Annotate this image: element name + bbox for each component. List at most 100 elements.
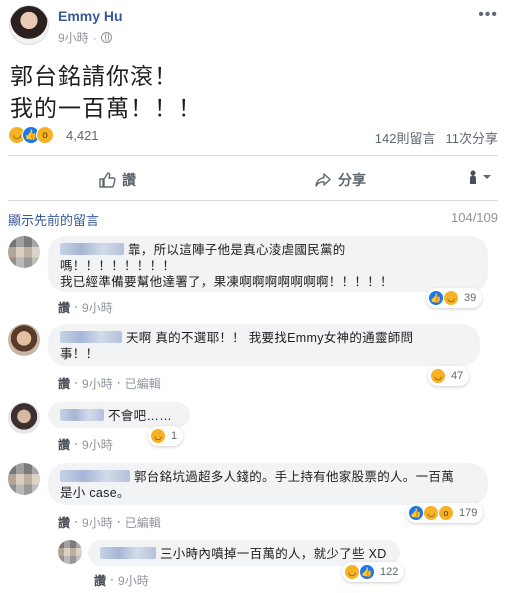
post-text-line: 我的一百萬！！！ [10, 95, 202, 121]
share-label: 分享 [338, 172, 366, 188]
commenter-avatar[interactable] [58, 540, 82, 564]
comment-reactions[interactable]: ◡ 👍 122 [342, 562, 405, 582]
wow-icon: o [438, 505, 454, 521]
share-arrow-icon [315, 173, 331, 187]
like-button[interactable]: 讚 [98, 170, 136, 190]
comment-text: 天啊 真的不選耶！！ 我要找Emmy女神的通靈師問 [126, 331, 414, 345]
commenter-name[interactable] [60, 409, 104, 421]
comment: 郭台銘坑過超多人錢的。手上持有他家股票的人。一百萬 是小 case。 👍 ◡ o… [8, 463, 498, 533]
person-icon [470, 170, 476, 184]
comment-bubble: 不會吧…… [48, 402, 190, 428]
comment-reactions[interactable]: 👍 ◡ o 179 [406, 503, 484, 523]
post-text: 郭台銘請你滾！ 我的一百萬！！！ [10, 60, 202, 124]
comment-count: 104/109 [451, 210, 498, 225]
separator: · [74, 436, 79, 450]
commenter-avatar[interactable] [8, 402, 40, 434]
comment-text: 是小 case。 [60, 486, 130, 500]
view-previous-comments-link[interactable]: 顯示先前的留言 [8, 210, 99, 229]
comment-like-link[interactable]: 讚 [58, 299, 70, 316]
commenter-name[interactable] [60, 331, 122, 343]
globe-icon[interactable] [100, 32, 112, 43]
reactions-summary: ◡ 👍 o 4,421 142則留言 11次分享 [8, 126, 498, 148]
comment-text: 不會吧…… [108, 409, 173, 423]
haha-icon: ◡ [430, 368, 446, 384]
comment-actions: 讚 · 9小時 [94, 572, 149, 589]
author-avatar[interactable] [9, 5, 49, 45]
like-icon: 👍 [428, 290, 444, 306]
separator: · [74, 299, 79, 313]
comments-stat[interactable]: 142則留言 [375, 128, 436, 147]
comment-actions: 讚 · 9小時 · 已編輯 [58, 375, 161, 392]
post-actions: 讚 分享 [8, 158, 498, 200]
comment-text: 嗎！！！！！！！！ [60, 259, 176, 273]
comment-like-link[interactable]: 讚 [58, 436, 70, 453]
reaction-audience-selector[interactable] [468, 170, 492, 184]
separator: · [116, 375, 121, 389]
like-label: 讚 [122, 172, 136, 188]
comment-reactions[interactable]: 👍 ◡ 39 [426, 288, 483, 308]
comment-bubble: 天啊 真的不選耶！！ 我要找Emmy女神的通靈師問 事！！ [48, 324, 480, 366]
comment: 靠，所以這陣子他是真心淩虐國民黨的 嗎！！！！！！！！ 我已經準備要幫他達署了，… [8, 236, 498, 316]
comment-reaction-count: 1 [171, 430, 178, 442]
haha-icon: ◡ [443, 290, 459, 306]
comment-text: 我已經準備要幫他達署了，果凍啊啊啊啊啊啊啊！！！！！ [60, 275, 393, 289]
chevron-down-icon [483, 175, 491, 179]
share-button[interactable]: 分享 [314, 170, 366, 190]
separator: · [74, 375, 79, 389]
commenter-avatar[interactable] [8, 324, 40, 356]
comment-text: 郭台銘坑過超多人錢的。手上持有他家股票的人。一百萬 [134, 470, 455, 484]
comment-text: 三小時內噴掉一百萬的人，就少了些 XD [160, 547, 387, 561]
post-header: Emmy Hu 9小時 · ••• [0, 0, 506, 52]
comment: 天啊 真的不選耶！！ 我要找Emmy女神的通靈師問 事！！ ◡ 47 讚 · 9… [8, 324, 498, 394]
comment-reactions[interactable]: ◡ 47 [428, 366, 470, 386]
comment-actions: 讚 · 9小時 [58, 299, 113, 316]
post-text-line: 郭台銘請你滾！ [10, 63, 178, 89]
comment-reaction-count: 47 [451, 370, 464, 382]
separator: · [110, 572, 115, 586]
comment-bubble: 靠，所以這陣子他是真心淩虐國民黨的 嗎！！！！！！！！ 我已經準備要幫他達署了，… [48, 236, 488, 292]
edited-label[interactable]: 已編輯 [125, 514, 161, 531]
commenter-name[interactable] [60, 243, 124, 255]
post-time[interactable]: 9小時 [58, 29, 89, 46]
edited-label[interactable]: 已編輯 [125, 375, 161, 392]
reply-comment: 三小時內噴掉一百萬的人，就少了些 XD ◡ 👍 122 讚 · 9小時 [58, 540, 498, 590]
author-name[interactable]: Emmy Hu [58, 8, 123, 24]
separator: · [74, 514, 79, 528]
more-options-icon[interactable]: ••• [478, 6, 498, 24]
comment-time[interactable]: 9小時 [82, 375, 113, 392]
shares-stat[interactable]: 11次分享 [446, 128, 499, 147]
commenter-name[interactable] [60, 470, 130, 482]
haha-icon: ◡ [150, 428, 166, 444]
commenter-avatar[interactable] [8, 236, 40, 268]
commenter-name[interactable] [100, 547, 156, 559]
comment-reaction-count: 179 [459, 507, 478, 519]
wow-icon: o [36, 126, 54, 144]
reaction-icons[interactable]: ◡ 👍 o [8, 126, 54, 144]
comments-header: 顯示先前的留言 104/109 [8, 210, 498, 228]
comment-reaction-count: 39 [464, 292, 477, 304]
comment: 不會吧…… ◡ 1 讚 · 9小時 [8, 402, 498, 454]
comment-actions: 讚 · 9小時 [58, 436, 113, 453]
thumbs-up-icon [99, 172, 116, 188]
commenter-avatar[interactable] [8, 463, 40, 495]
like-icon: 👍 [359, 564, 375, 580]
like-icon: 👍 [408, 505, 424, 521]
reaction-count[interactable]: 4,421 [66, 128, 99, 143]
post-stats: 142則留言 11次分享 [375, 128, 498, 147]
comment-time[interactable]: 9小時 [118, 572, 149, 589]
comment-time[interactable]: 9小時 [82, 514, 113, 531]
divider [8, 155, 498, 156]
comment-reactions[interactable]: ◡ 1 [148, 426, 184, 446]
meta-separator: · [92, 30, 97, 45]
comment-time[interactable]: 9小時 [82, 436, 113, 453]
divider [8, 200, 498, 201]
comment-bubble: 郭台銘坑過超多人錢的。手上持有他家股票的人。一百萬 是小 case。 [48, 463, 488, 505]
comment-like-link[interactable]: 讚 [94, 572, 106, 589]
comment-text: 事！！ [60, 347, 99, 361]
post-meta: 9小時 · [58, 29, 112, 46]
comment-time[interactable]: 9小時 [82, 299, 113, 316]
comment-like-link[interactable]: 讚 [58, 375, 70, 392]
comment-text: 靠，所以這陣子他是真心淩虐國民黨的 [128, 243, 346, 257]
comment-reaction-count: 122 [380, 566, 399, 578]
comment-like-link[interactable]: 讚 [58, 514, 70, 531]
